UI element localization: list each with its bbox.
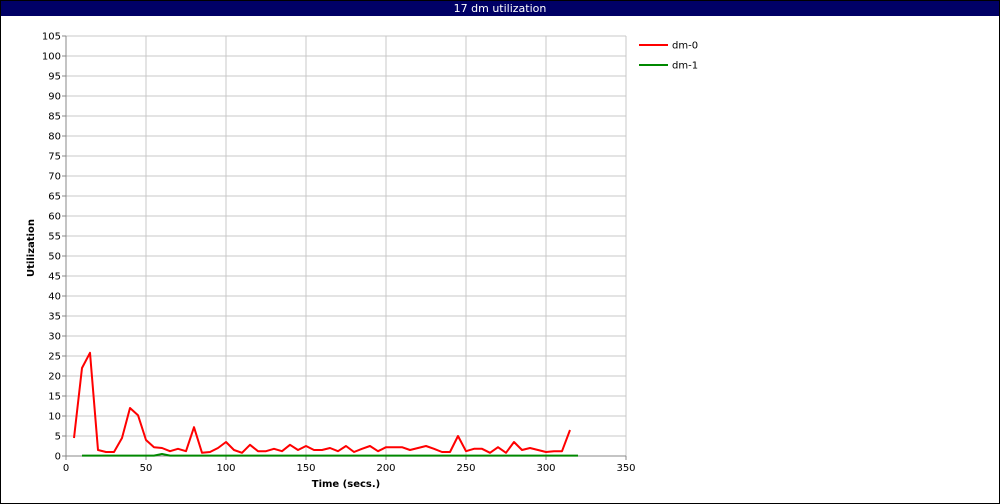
y-tick-label: 70 (48, 172, 61, 183)
y-tick-label: 90 (48, 92, 61, 103)
x-tick-label: 100 (216, 463, 235, 474)
x-tick-label: 250 (456, 463, 475, 474)
chart-window: 17 dm utilization 0 5 10 15 20 25 30 35 40 45 50 55… (0, 0, 1000, 504)
y-tick-labels: 0 5 10 15 20 25 30 35 40 45 50 55 60 65 70 75 80 85 90 95 10… (42, 32, 61, 463)
y-tick-label: 5 (55, 432, 61, 443)
x-tick-label: 0 (63, 463, 69, 474)
x-tick-label: 350 (616, 463, 635, 474)
x-tick-label: 200 (376, 463, 395, 474)
y-tick-label: 40 (48, 292, 61, 303)
y-tick-label: 10 (48, 412, 61, 423)
legend: dm-0 dm-1 (639, 41, 698, 72)
y-tick-label: 55 (48, 232, 61, 243)
y-tick-label: 100 (42, 52, 61, 63)
y-tick-label: 80 (48, 132, 61, 143)
plot-area (66, 36, 626, 456)
y-tick-label: 35 (48, 312, 61, 323)
y-tick-label: 45 (48, 272, 61, 283)
x-tick-label: 150 (296, 463, 315, 474)
y-tick-label: 65 (48, 192, 61, 203)
x-tick-labels: 0 50 100 150 200 250 300 350 (63, 463, 636, 474)
y-tick-label: 30 (48, 332, 61, 343)
y-tick-label: 60 (48, 212, 61, 223)
y-tick-label: 0 (55, 452, 61, 463)
x-axis-title: Time (secs.) (312, 479, 381, 490)
y-tick-label: 95 (48, 72, 61, 83)
x-tick-label: 50 (140, 463, 153, 474)
y-tick-label: 85 (48, 112, 61, 123)
y-tick-label: 25 (48, 352, 61, 363)
y-tick-label: 105 (42, 32, 61, 43)
y-tick-label: 20 (48, 372, 61, 383)
y-tick-label: 50 (48, 252, 61, 263)
y-axis-title: Utilization (26, 219, 37, 277)
y-tick-label: 15 (48, 392, 61, 403)
x-tick-label: 300 (536, 463, 555, 474)
legend-label-dm-1: dm-1 (672, 61, 698, 72)
legend-label-dm-0: dm-0 (672, 41, 698, 52)
utilization-chart: 0 5 10 15 20 25 30 35 40 45 50 55 60 65 70 75 80 85 90 95 10… (26, 32, 698, 491)
y-tick-label: 75 (48, 152, 61, 163)
